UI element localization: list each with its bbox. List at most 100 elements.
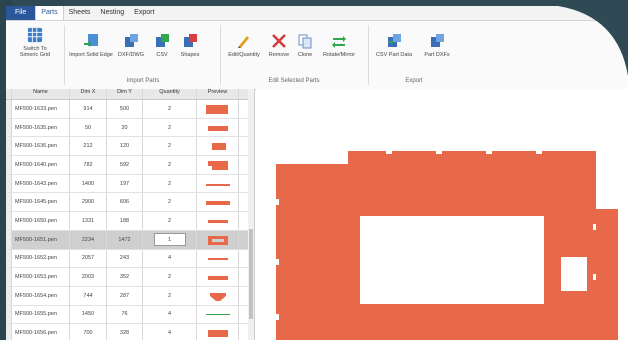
table-row[interactable]: MF500-1653.pen 2003 352 2: [6, 268, 248, 287]
cell-name[interactable]: MF500-1655.pen: [12, 305, 70, 324]
csv-part-data-button[interactable]: CSV Part Data: [372, 33, 416, 58]
col-header-preview[interactable]: Preview: [197, 89, 239, 99]
scrollbar-thumb[interactable]: [249, 229, 253, 319]
col-header-quantity[interactable]: Quantity: [143, 89, 197, 99]
cell-name[interactable]: MF500-1650.pen: [12, 212, 70, 230]
menu-export[interactable]: Export: [129, 6, 159, 20]
cell-preview: [197, 100, 239, 118]
part-preview-canvas: [276, 151, 618, 340]
grid-header: Name Dim X Dim Y Quantity Preview: [6, 89, 248, 100]
table-row[interactable]: MF500-1633.pen 914 500 2: [6, 100, 248, 119]
cell-dim-x: 212: [70, 137, 107, 156]
dxf-dwg-button[interactable]: DXF/DWG: [114, 33, 148, 58]
cell-quantity[interactable]: 2: [143, 212, 197, 230]
cell-quantity[interactable]: 2: [143, 174, 197, 193]
edit-quantity-button[interactable]: Edit/Quantity: [224, 33, 264, 58]
table-row[interactable]: MF500-1656.pen 700 328 4: [6, 324, 248, 340]
part-thumbnail-shape: [209, 292, 226, 301]
cell-quantity[interactable]: 2: [143, 286, 197, 305]
cell-name[interactable]: MF500-1635.pen: [12, 118, 70, 137]
cell-name[interactable]: MF500-1640.pen: [12, 156, 70, 174]
csv-button[interactable]: CSV: [150, 33, 174, 58]
cell-name[interactable]: MF500-1643.pen: [12, 174, 70, 193]
import-solid-edge-button[interactable]: Import Solid Edge: [68, 33, 114, 58]
table-row[interactable]: MF500-1643.pen 1400 197 2: [6, 174, 248, 194]
part-dxfs-button[interactable]: Part DXFs: [420, 33, 454, 58]
cell-quantity[interactable]: 2: [143, 193, 197, 212]
cell-preview: [197, 230, 239, 249]
part-thumbnail-shape: [207, 125, 228, 131]
col-header-name[interactable]: Name: [12, 89, 70, 99]
cell-quantity[interactable]: 2: [143, 100, 197, 118]
cell-name[interactable]: MF500-1633.pen: [12, 100, 70, 118]
part-thumbnail: [205, 314, 230, 316]
switch-grid-button[interactable]: Switch To Simeric Grid: [10, 27, 60, 58]
cell-name[interactable]: MF500-1654.pen: [12, 286, 70, 305]
cell-quantity[interactable]: 2: [143, 118, 197, 137]
cell-name[interactable]: MF500-1656.pen: [12, 324, 70, 340]
cell-quantity[interactable]: 1: [143, 230, 197, 249]
cell-dim-y: 188: [107, 212, 143, 230]
grid-scrollbar[interactable]: [248, 89, 255, 340]
shapes-button[interactable]: Shapes: [176, 33, 204, 58]
part-thumbnail-shape: [211, 143, 226, 151]
cell-dim-x: 1331: [70, 212, 107, 230]
menu-bar: File Parts Sheets Nesting Export: [6, 6, 628, 20]
menu-file[interactable]: File: [6, 6, 36, 20]
clone-button[interactable]: Clone: [294, 33, 316, 58]
part-thumbnail-shape: [207, 258, 228, 261]
part-thumbnail-shape: [207, 330, 228, 338]
table-row[interactable]: MF500-1651.pen 2234 1472 1: [6, 230, 248, 250]
table-row[interactable]: MF500-1635.pen 50 20 2: [6, 118, 248, 138]
dxf-export-icon: [431, 34, 444, 47]
cell-dim-x: 1400: [70, 174, 107, 193]
cell-quantity[interactable]: 4: [143, 305, 197, 324]
cell-quantity[interactable]: 4: [143, 249, 197, 268]
cell-name[interactable]: MF500-1645.pen: [12, 193, 70, 212]
menu-sheets[interactable]: Sheets: [64, 6, 96, 20]
csv-icon: [156, 34, 169, 47]
cell-dim-x: 2057: [70, 249, 107, 268]
table-row[interactable]: MF500-1636.pen 212 120 2: [6, 137, 248, 157]
export-group-label: Export: [405, 78, 423, 84]
table-row[interactable]: MF500-1640.pen 782 592 2: [6, 156, 248, 175]
edit-quantity-label: Edit/Quantity: [228, 52, 260, 58]
cell-name[interactable]: MF500-1652.pen: [12, 249, 70, 268]
menu-nesting[interactable]: Nesting: [95, 6, 129, 20]
remove-button[interactable]: Remove: [266, 33, 292, 58]
switch-grid-label-2: Simeric Grid: [19, 52, 51, 58]
part-thumbnail-shape: [207, 235, 228, 245]
rotate-mirror-button[interactable]: Rotate/Mirror: [318, 33, 360, 58]
cell-name[interactable]: MF500-1651.pen: [12, 230, 70, 249]
cell-preview: [197, 324, 239, 340]
part-thumbnail-shape: [207, 276, 228, 281]
cell-dim-y: 120: [107, 137, 143, 156]
col-header-dim-x[interactable]: Dim X: [70, 89, 107, 99]
cell-quantity[interactable]: 2: [143, 268, 197, 286]
edit-selected-group-label: Edit Selected Parts: [268, 78, 320, 84]
cell-dim-y: 20: [107, 118, 143, 137]
part-thumbnail: [207, 330, 228, 338]
cell-dim-x: 700: [70, 324, 107, 340]
table-row[interactable]: MF500-1650.pen 1331 188 2: [6, 212, 248, 231]
cell-name[interactable]: MF500-1636.pen: [12, 137, 70, 156]
table-row[interactable]: MF500-1652.pen 2057 243 4: [6, 249, 248, 269]
cell-quantity[interactable]: 2: [143, 137, 197, 156]
cell-dim-y: 606: [107, 193, 143, 212]
cell-name[interactable]: MF500-1653.pen: [12, 268, 70, 286]
quantity-edit-input[interactable]: 1: [153, 233, 186, 247]
clone-label: Clone: [297, 52, 313, 58]
dxf-dwg-label: DXF/DWG: [118, 52, 144, 58]
cell-quantity[interactable]: 4: [143, 324, 197, 340]
shapes-icon: [184, 34, 197, 47]
remove-label: Remove: [268, 52, 290, 58]
cell-preview: [197, 174, 239, 193]
table-row[interactable]: MF500-1654.pen 744 287 2: [6, 286, 248, 306]
menu-parts[interactable]: Parts: [35, 6, 64, 20]
csv-export-icon: [388, 34, 401, 47]
cell-quantity[interactable]: 2: [143, 156, 197, 174]
table-row[interactable]: MF500-1645.pen 2900 606 2: [6, 193, 248, 213]
col-header-dim-y[interactable]: Dim Y: [107, 89, 143, 99]
table-row[interactable]: MF500-1655.pen 1450 76 4: [6, 305, 248, 325]
grid-rows: MF500-1633.pen 914 500 2 MF500-1635.pen 50 20 2…: [6, 100, 248, 340]
